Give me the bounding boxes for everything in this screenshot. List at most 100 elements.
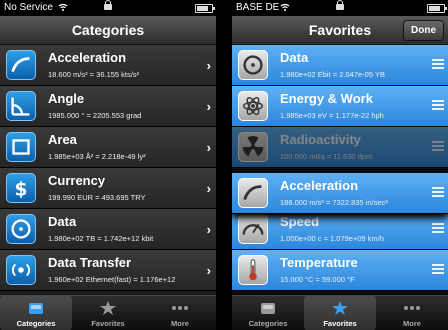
tab-label: Categories — [16, 319, 56, 328]
favorites-star-icon — [100, 301, 116, 315]
done-button[interactable]: Done — [403, 20, 444, 41]
favorites-screen: BASE DE Favorites Done Data 1.980e+02 Eb… — [232, 0, 448, 330]
angle-icon — [6, 91, 36, 121]
category-list[interactable]: Acceleration 18.600 m/s² = 36.155 kts/s²… — [0, 45, 216, 296]
row-conversion: 1.960e+02 Ethernet(fast) = 1.176e+12 — [48, 275, 176, 284]
categories-tray-icon — [29, 303, 43, 314]
category-row-angle[interactable]: Angle 1985.000 ° = 2205.553 grad › — [0, 86, 216, 127]
row-title: Currency — [48, 173, 106, 188]
row-title: Data — [48, 214, 77, 229]
tab-categories[interactable]: Categories — [232, 296, 304, 330]
atom-icon — [238, 91, 268, 121]
reorder-grip-icon[interactable] — [432, 59, 444, 71]
favorite-row-speed[interactable]: Speed 1.000e+00 c = 1.079e+09 km/h — [232, 209, 448, 250]
battery-icon — [427, 4, 447, 13]
chevron-right-icon: › — [206, 181, 211, 196]
reorder-grip-icon[interactable] — [432, 264, 444, 276]
row-conversion: 1.985e+03 eV = 1.177e-22 hph — [280, 111, 384, 120]
carrier-label: No Service — [4, 2, 53, 13]
chevron-right-icon: › — [206, 99, 211, 114]
radioactivity-icon — [238, 132, 268, 162]
page-title: Categories — [71, 22, 145, 38]
row-title: Radioactivity — [280, 132, 361, 147]
reorder-grip-icon[interactable] — [432, 141, 444, 153]
tab-label: Categories — [248, 319, 288, 328]
row-conversion: 15.000 °C = 59.000 °F — [280, 275, 355, 284]
nav-bar: Favorites Done — [232, 16, 448, 45]
chevron-right-icon: › — [206, 140, 211, 155]
row-conversion: 1.980e+02 TB = 1.742e+12 kbit — [48, 234, 154, 243]
reorder-grip-icon[interactable] — [432, 223, 444, 235]
tab-bar: Categories Favorites More — [0, 295, 216, 330]
row-title: Angle — [48, 91, 85, 106]
favorites-list[interactable]: Data 1.980e+02 Ebit = 2.047e-05 YB Energ… — [232, 45, 448, 296]
wifi-icon — [58, 3, 68, 11]
tab-favorites[interactable]: Favorites — [72, 296, 144, 330]
favorite-row-radioactivity[interactable]: Radioactivity 100.000 mBq = 11.630 dpm — [232, 127, 448, 168]
favorite-row-energy[interactable]: Energy & Work 1.985e+03 eV = 1.177e-22 h… — [232, 86, 448, 127]
row-conversion: 1.985e+03 Å² = 2.218e-49 ly² — [48, 152, 146, 161]
tab-more[interactable]: More — [144, 296, 216, 330]
data-disc-icon — [6, 214, 36, 244]
nav-bar: Categories — [0, 16, 216, 45]
tab-bar: Categories Favorites More — [232, 295, 448, 330]
thermometer-icon — [238, 255, 268, 285]
tab-label: Favorites — [91, 319, 125, 328]
favorite-row-data[interactable]: Data 1.980e+02 Ebit = 2.047e-05 YB — [232, 45, 448, 86]
chevron-right-icon: › — [206, 58, 211, 73]
favorites-star-icon — [332, 301, 348, 315]
carrier-label: BASE DE — [236, 2, 280, 13]
row-title: Area — [48, 132, 77, 147]
page-title: Favorites — [308, 22, 372, 38]
speedometer-icon — [238, 214, 268, 244]
categories-screen: No Service Categories Acceleration 18.60… — [0, 0, 216, 330]
tab-categories[interactable]: Categories — [0, 296, 72, 330]
tab-label: Favorites — [323, 319, 357, 328]
row-conversion: 1.980e+02 Ebit = 2.047e-05 YB — [280, 70, 385, 79]
tab-more[interactable]: More — [376, 296, 448, 330]
wifi-icon — [280, 3, 290, 11]
currency-icon: $ — [6, 173, 36, 203]
category-row-area[interactable]: Area 1.985e+03 Å² = 2.218e-49 ly² › — [0, 127, 216, 168]
status-bar: BASE DE — [232, 0, 448, 16]
svg-text:$: $ — [15, 179, 28, 200]
acceleration-icon — [238, 178, 268, 208]
row-title: Acceleration — [280, 178, 359, 193]
data-transfer-icon — [6, 255, 36, 285]
dragging-row-acceleration[interactable]: Acceleration 186.000 m/s² = 7322.835 in/… — [232, 173, 448, 214]
lock-icon — [104, 0, 112, 10]
row-conversion: 1985.000 ° = 2205.553 grad — [48, 111, 142, 120]
row-conversion: 18.600 m/s² = 36.155 kts/s² — [48, 70, 140, 79]
tab-favorites[interactable]: Favorites — [304, 296, 376, 330]
row-title: Temperature — [280, 255, 358, 270]
row-conversion: 1.000e+00 c = 1.079e+09 km/h — [280, 234, 385, 243]
data-disc-icon — [238, 50, 268, 80]
row-title: Data Transfer — [48, 255, 132, 270]
row-title: Speed — [280, 214, 320, 229]
row-title: Energy & Work — [280, 91, 373, 106]
row-title: Data — [280, 50, 309, 65]
chevron-right-icon: › — [206, 222, 211, 237]
chevron-right-icon: › — [206, 263, 211, 278]
area-icon — [6, 132, 36, 162]
row-title: Acceleration — [48, 50, 127, 65]
category-row-data[interactable]: Data 1.980e+02 TB = 1.742e+12 kbit › — [0, 209, 216, 250]
tab-label: More — [171, 319, 189, 328]
categories-tray-icon — [261, 303, 275, 314]
more-dots-icon — [404, 306, 420, 310]
row-conversion: 100.000 mBq = 11.630 dpm — [280, 152, 373, 161]
favorite-row-temperature[interactable]: Temperature 15.000 °C = 59.000 °F — [232, 250, 448, 291]
reorder-grip-icon[interactable] — [432, 100, 444, 112]
category-row-data-transfer[interactable]: Data Transfer 1.960e+02 Ethernet(fast) =… — [0, 250, 216, 291]
status-bar: No Service — [0, 0, 216, 16]
reorder-grip-icon[interactable] — [432, 187, 444, 199]
category-row-acceleration[interactable]: Acceleration 18.600 m/s² = 36.155 kts/s²… — [0, 45, 216, 86]
tab-label: More — [403, 319, 421, 328]
more-dots-icon — [172, 306, 188, 310]
acceleration-icon — [6, 50, 36, 80]
row-conversion: 199.990 EUR = 493.695 TRY — [48, 193, 146, 202]
row-conversion: 186.000 m/s² = 7322.835 in/sec² — [280, 198, 388, 207]
battery-icon — [195, 4, 215, 13]
category-row-currency[interactable]: $ Currency 199.990 EUR = 493.695 TRY › — [0, 168, 216, 209]
lock-icon — [336, 0, 344, 10]
